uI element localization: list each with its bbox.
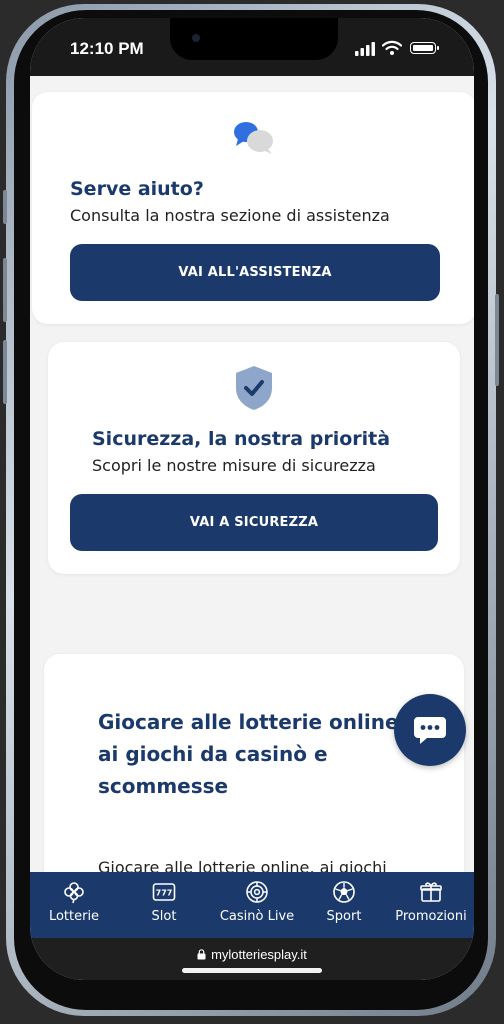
chat-button[interactable] — [394, 694, 466, 766]
article-text: Giocare alle lotterie online, ai giochi … — [98, 858, 387, 872]
url-display: mylotteriesplay.it — [30, 947, 474, 962]
volume-down-button — [3, 340, 7, 404]
notch — [170, 18, 338, 60]
browser-url-bar[interactable]: mylotteriesplay.it — [30, 938, 474, 980]
clover-icon — [64, 882, 84, 904]
slot-777-icon: 777 — [152, 883, 176, 901]
nav-label: Casinò Live — [219, 909, 295, 924]
help-card: Serve aiuto? Consulta la nostra sezione … — [32, 92, 474, 324]
security-card-title: Sicurezza, la nostra priorità — [92, 428, 391, 450]
shield-check-icon — [236, 366, 272, 410]
chat-icon — [414, 717, 446, 744]
nav-label: Promozioni — [395, 909, 467, 924]
url-text: mylotteriesplay.it — [211, 947, 307, 962]
svg-text:777: 777 — [156, 889, 173, 898]
assistance-button[interactable]: VAI ALL'ASSISTENZA — [70, 244, 440, 301]
status-time: 12:10 PM — [70, 39, 144, 58]
nav-label: Slot — [151, 909, 177, 924]
roulette-chip-icon — [246, 881, 268, 903]
camera-icon — [192, 34, 200, 42]
bottom-nav: Lotterie 777 Slot Casinò Live Sport Prom… — [30, 872, 474, 938]
power-button — [495, 294, 499, 386]
lock-icon — [197, 949, 206, 960]
volume-up-button — [3, 258, 7, 322]
nav-item-casino-live[interactable]: Casinò Live — [210, 880, 304, 932]
nav-item-lotterie[interactable]: Lotterie — [42, 880, 106, 932]
nav-item-promozioni[interactable]: Promozioni — [390, 880, 472, 932]
article-title: Giocare alle lotterie online, ai giochi … — [98, 710, 407, 798]
nav-label: Sport — [326, 909, 362, 924]
security-card: Sicurezza, la nostra priorità Scopri le … — [48, 342, 460, 574]
soccer-ball-icon — [333, 881, 355, 903]
help-card-subtitle: Consulta la nostra sezione di assistenza — [70, 206, 390, 225]
cellular-signal-icon — [355, 42, 375, 56]
nav-item-slot[interactable]: 777 Slot — [136, 880, 192, 932]
nav-label: Lotterie — [48, 909, 100, 924]
nav-item-sport[interactable]: Sport — [316, 880, 372, 932]
chat-bubbles-icon — [234, 122, 273, 154]
security-card-subtitle: Scopri le nostre misure di sicurezza — [92, 456, 376, 475]
help-card-title: Serve aiuto? — [70, 178, 204, 200]
phone-screen: 12:10 PM Serve aiuto? Consulta la nostra… — [30, 18, 474, 980]
home-indicator[interactable] — [182, 968, 322, 973]
security-button[interactable]: VAI A SICUREZZA — [70, 494, 438, 551]
battery-icon — [410, 42, 439, 54]
mute-switch — [3, 190, 7, 224]
wifi-icon — [382, 40, 402, 55]
gift-icon — [420, 882, 442, 902]
status-bar: 12:10 PM — [30, 18, 474, 76]
